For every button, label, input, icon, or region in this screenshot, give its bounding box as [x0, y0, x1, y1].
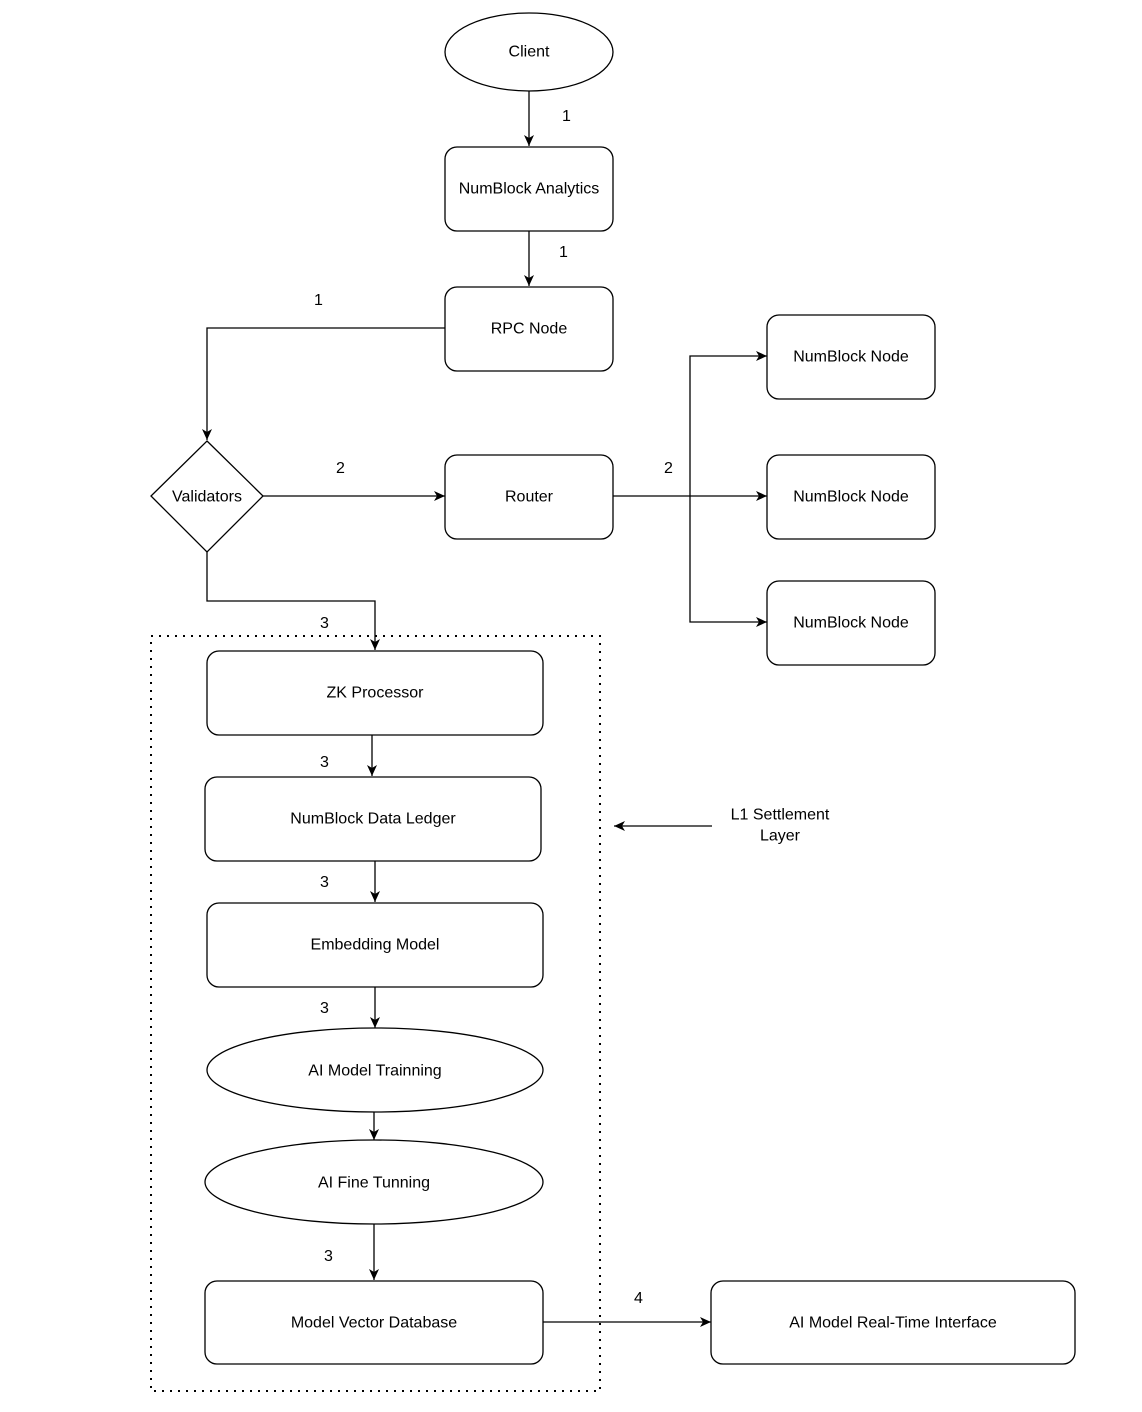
node-model-vector-database[interactable]: Model Vector Database: [204, 1280, 544, 1365]
node-ai-model-training[interactable]: AI Model Trainning: [206, 1027, 544, 1113]
node-numblock-node-3[interactable]: NumBlock Node: [766, 580, 936, 666]
node-numblock-node-1[interactable]: NumBlock Node: [766, 314, 936, 400]
annotation-line-1: L1 Settlement: [731, 807, 830, 824]
node-router[interactable]: Router: [444, 454, 614, 540]
node-ai-realtime-interface[interactable]: AI Model Real-Time Interface: [710, 1280, 1076, 1365]
edge-label: 3: [320, 615, 329, 632]
edge-router-to-node-3: [689, 496, 767, 627]
edge-rpc-to-validators: [202, 327, 445, 440]
l1-settlement-layer-annotation: L1 Settlement Layer: [731, 807, 830, 845]
node-rpc[interactable]: RPC Node: [444, 286, 614, 372]
edge-label: 2: [336, 460, 345, 477]
architecture-diagram: 1 1 1 2 2 3 3 3 3 3 4 Client NumBlock An…: [150, 12, 1076, 1392]
edge-label: 3: [320, 1000, 329, 1017]
node-label: Client: [509, 44, 550, 61]
node-embedding-model[interactable]: Embedding Model: [206, 902, 544, 988]
node-label: NumBlock Node: [793, 615, 909, 632]
node-label: AI Fine Tunning: [318, 1175, 430, 1192]
node-validators[interactable]: Validators: [150, 440, 264, 553]
node-numblock-node-2[interactable]: NumBlock Node: [766, 454, 936, 540]
edge-label: 1: [314, 292, 323, 309]
node-label: NumBlock Node: [793, 489, 909, 506]
node-label: Model Vector Database: [291, 1315, 457, 1332]
annotation-line-2: Layer: [760, 828, 801, 845]
edge-label: 3: [324, 1248, 333, 1265]
node-zk-processor[interactable]: ZK Processor: [206, 650, 544, 736]
edge-label: 1: [562, 108, 571, 125]
node-label: AI Model Trainning: [308, 1063, 441, 1080]
node-label: NumBlock Data Ledger: [290, 811, 456, 828]
node-numblock-analytics[interactable]: NumBlock Analytics: [444, 146, 614, 232]
edge-label: 3: [320, 754, 329, 771]
node-ai-fine-tuning[interactable]: AI Fine Tunning: [204, 1139, 544, 1225]
edge-label: 4: [634, 1290, 643, 1307]
node-label: Router: [505, 489, 554, 506]
node-label: Validators: [172, 489, 242, 506]
edge-label: 2: [664, 460, 673, 477]
node-label: RPC Node: [491, 321, 568, 338]
node-label: ZK Processor: [327, 685, 425, 702]
edge-label: 1: [559, 244, 568, 261]
node-client[interactable]: Client: [444, 12, 614, 92]
node-data-ledger[interactable]: NumBlock Data Ledger: [204, 776, 542, 862]
node-label: Embedding Model: [311, 937, 440, 954]
edge-label: 3: [320, 874, 329, 891]
node-label: NumBlock Analytics: [459, 181, 600, 198]
edge-router-to-node-1: [689, 351, 767, 496]
node-label: NumBlock Node: [793, 349, 909, 366]
node-label: AI Model Real-Time Interface: [789, 1315, 997, 1332]
